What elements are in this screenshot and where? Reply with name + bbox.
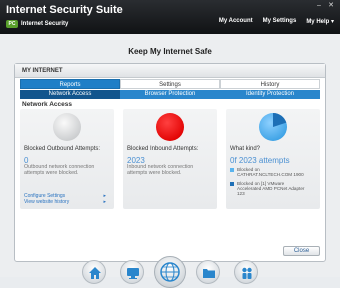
tab-reports[interactable]: Reports <box>20 79 120 89</box>
brand-logo-icon: PC <box>6 19 18 28</box>
tab-history[interactable]: History <box>220 79 320 89</box>
panel-title: MY INTERNET <box>15 64 325 78</box>
bottom-dock <box>0 256 340 288</box>
legend-text: Blocked on CATHRAT.NCLTECH.COM 1900 <box>237 167 304 178</box>
folder-icon <box>203 269 215 278</box>
chevron-right-icon: ▸ <box>103 199 106 205</box>
attempts-pie-icon <box>258 112 288 142</box>
monitor-icon <box>127 268 139 279</box>
close-window-button[interactable]: ✕ <box>326 2 336 10</box>
inbound-description: Inbound network connection attempts were… <box>127 164 194 176</box>
what-kind-label: What kind? <box>230 146 261 152</box>
inbound-status-circle-icon <box>155 112 185 142</box>
outbound-links: Configure Settings ▸ View website histor… <box>24 193 106 205</box>
tab-settings[interactable]: Settings <box>120 79 220 89</box>
dock-globe-button[interactable] <box>154 256 186 288</box>
dock-home-button[interactable] <box>82 260 106 284</box>
app-window: Internet Security Suite PC Internet Secu… <box>0 0 340 288</box>
inbound-card: Blocked Inbound Attempts: 2023 Inbound n… <box>123 109 217 209</box>
legend-item: Blocked on [1] VMware Accelerated AMD PC… <box>230 181 306 197</box>
outbound-status-circle-icon <box>52 112 82 142</box>
users-icon <box>242 267 252 279</box>
attempts-total: 0f 2023 attempts <box>230 156 290 165</box>
dock-folder-button[interactable] <box>196 260 220 284</box>
app-subtitle: Internet Security <box>21 20 69 27</box>
outbound-label: Blocked Outbound Attempts: <box>24 146 101 152</box>
what-kind-card: What kind? 0f 2023 attempts Blocked on C… <box>226 109 320 209</box>
view-website-history-label: View website history <box>24 199 70 205</box>
legend-text: Blocked on [1] VMware Accelerated AMD PC… <box>237 180 305 197</box>
legend-swatch-icon <box>230 181 234 186</box>
my-internet-panel: MY INTERNET Reports Settings History Net… <box>14 63 326 262</box>
legend-item: Blocked on CATHRAT.NCLTECH.COM 1900 <box>230 167 306 178</box>
dock-monitor-button[interactable] <box>120 260 144 284</box>
subtab-browser-protection[interactable]: Browser Protection <box>120 90 220 99</box>
outbound-description: Outbound network connection attempts wer… <box>24 164 95 176</box>
sub-tabs: Network Access Browser Protection Identi… <box>20 90 320 99</box>
minimize-button[interactable]: – <box>314 2 324 10</box>
globe-icon <box>160 262 180 282</box>
title-bar: Internet Security Suite PC Internet Secu… <box>0 0 340 34</box>
attempts-legend: Blocked on CATHRAT.NCLTECH.COM 1900 Bloc… <box>230 167 306 199</box>
dock-users-button[interactable] <box>234 260 258 284</box>
app-branding: PC Internet Security <box>6 19 68 28</box>
inbound-label: Blocked Inbound Attempts: <box>127 146 199 152</box>
my-help-menu[interactable]: My Help ▾ <box>306 18 334 25</box>
my-settings-link[interactable]: My Settings <box>263 18 297 25</box>
subtab-identity-protection[interactable]: Identity Protection <box>220 90 320 99</box>
my-account-link[interactable]: My Account <box>219 18 253 25</box>
close-button[interactable]: Close <box>283 246 320 256</box>
view-website-history-link[interactable]: View website history ▸ <box>24 199 106 205</box>
section-title: Network Access <box>22 101 72 108</box>
main-tabs: Reports Settings History <box>20 79 320 89</box>
subtab-network-access[interactable]: Network Access <box>20 90 120 99</box>
home-icon <box>89 267 101 279</box>
app-title: Internet Security Suite <box>6 4 123 16</box>
page-title: Keep My Internet Safe <box>128 47 212 56</box>
legend-swatch-icon <box>230 168 234 172</box>
top-nav: My Account My Settings My Help ▾ <box>219 18 334 25</box>
outbound-card: Blocked Outbound Attempts: 0 Outbound ne… <box>20 109 114 209</box>
